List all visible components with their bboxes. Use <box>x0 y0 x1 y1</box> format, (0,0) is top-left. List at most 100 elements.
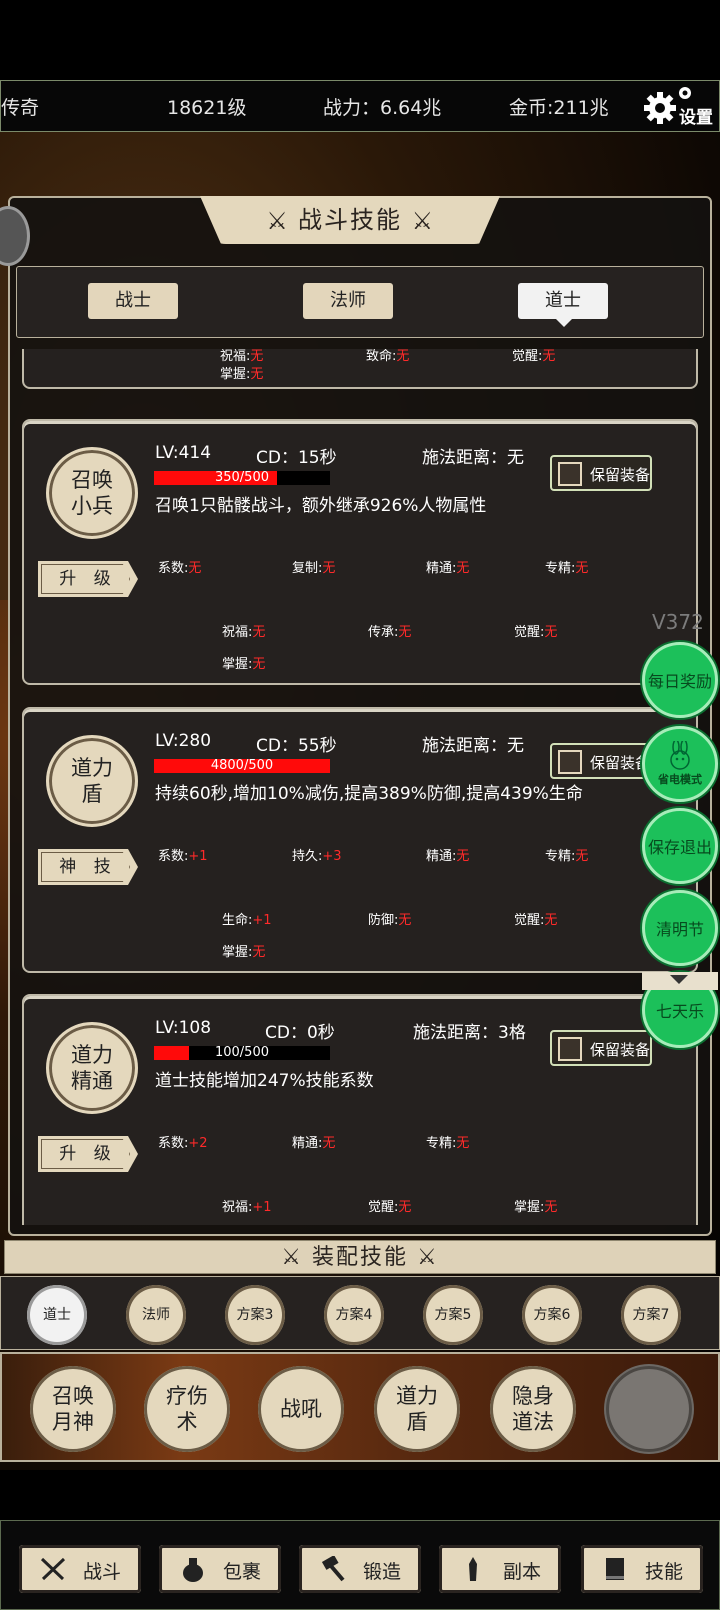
skill-range: 施法距离：3格 <box>413 1023 526 1043</box>
settings-button[interactable]: 设置 <box>643 85 719 129</box>
attr: 祝福:无 <box>222 625 266 640</box>
tab-taoist[interactable]: 道士 <box>518 283 608 327</box>
attr: 持久:+3 <box>292 849 342 864</box>
attr: 精通:无 <box>426 561 470 576</box>
daily-reward-button[interactable]: 每日奖励 <box>642 642 718 718</box>
attr: 专精:无 <box>545 849 589 864</box>
skill-card: 道力精通 LV:108 CD：0秒 施法距离：3格 100/500 道士技能增加… <box>22 994 698 1225</box>
keep-equipment-checkbox[interactable]: 保留装备 <box>550 1030 652 1066</box>
skill-slot[interactable]: 隐身道法 <box>490 1366 576 1452</box>
plan-button[interactable]: 方案7 <box>621 1285 681 1345</box>
nav-dungeon[interactable]: 副本 <box>439 1545 561 1593</box>
skill-level: LV:280 <box>155 731 212 751</box>
chevron-down-icon[interactable] <box>642 972 718 990</box>
tab-warrior[interactable]: 战士 <box>88 283 178 319</box>
skill-progress-bar: 4800/500 <box>154 758 330 773</box>
tab-mage[interactable]: 法师 <box>303 283 393 319</box>
attr: 掌握:无 <box>222 657 266 672</box>
upgrade-button[interactable]: 升 级 <box>38 561 138 597</box>
keep-equipment-checkbox[interactable]: 保留装备 <box>550 743 652 779</box>
attr: 觉醒:无 <box>514 913 558 928</box>
attr: 精通:无 <box>292 1136 336 1151</box>
attr: 复制:无 <box>292 561 336 576</box>
attr: 掌握:无 <box>514 1200 558 1215</box>
combat-power: 战力：6.64兆 <box>323 97 442 119</box>
equipped-skill-slots: 召唤月神 疗伤术 战吼 道力盾 隐身道法 <box>0 1352 720 1462</box>
attr: 传承:无 <box>368 625 412 640</box>
attr: 专精:无 <box>426 1136 470 1151</box>
class-tab-bar: 战士 法师 道士 <box>16 266 704 338</box>
upgrade-button[interactable]: 升 级 <box>38 1136 138 1172</box>
plan-button[interactable]: 方案6 <box>522 1285 582 1345</box>
bag-icon <box>183 1558 203 1582</box>
skill-slot[interactable]: 道力盾 <box>374 1366 460 1452</box>
plan-button[interactable]: 方案4 <box>324 1285 384 1345</box>
version-label: V372 <box>652 610 704 634</box>
bottom-nav: 战斗 包裹 锻造 副本 技能 <box>0 1520 720 1610</box>
hammer-icon <box>321 1556 345 1582</box>
skill-slot[interactable]: 战吼 <box>258 1366 344 1452</box>
skill-card: 道力盾 LV:280 CD：55秒 施法距离：无 4800/500 持续60秒,… <box>22 707 698 973</box>
attr: 系数:+2 <box>158 1136 208 1151</box>
nav-battle[interactable]: 战斗 <box>19 1545 141 1593</box>
skill-slot[interactable]: 召唤月神 <box>30 1366 116 1452</box>
rabbit-icon <box>670 741 690 770</box>
skill-range: 施法距离：无 <box>422 448 524 468</box>
crossed-swords-icon <box>40 1557 66 1581</box>
attr: 系数:+1 <box>158 849 208 864</box>
divine-skill-button[interactable]: 神 技 <box>38 849 138 885</box>
panel-title-text: 战斗技能 <box>298 206 402 234</box>
attr: 觉醒:无 <box>368 1200 412 1215</box>
attr: 系数:无 <box>158 561 202 576</box>
skill-icon[interactable]: 召唤小兵 <box>46 447 138 539</box>
attr-mastery: 掌握:无 <box>220 367 264 382</box>
skill-description: 道士技能增加247%技能系数 <box>155 1071 374 1091</box>
gear-icon <box>644 92 676 124</box>
skill-slot[interactable]: 疗伤术 <box>144 1366 230 1452</box>
player-level: 18621级 <box>167 97 247 119</box>
skill-card-partial: 祝福:无 致命:无 觉醒:无 掌握:无 <box>22 349 698 389</box>
plan-button[interactable]: 方案3 <box>225 1285 285 1345</box>
plan-button[interactable]: 道士 <box>27 1285 87 1345</box>
tower-icon <box>469 1557 477 1581</box>
attr: 掌握:无 <box>222 945 266 960</box>
attr: 觉醒:无 <box>514 625 558 640</box>
nav-skills[interactable]: 技能 <box>581 1545 703 1593</box>
top-status-bar: 传奇 18621级 战力：6.64兆 金币:211兆 设置 <box>0 80 720 132</box>
skill-level: LV:414 <box>155 443 212 463</box>
skill-progress-bar: 100/500 <box>154 1045 330 1060</box>
crossed-swords-icon: ⚔ <box>408 1245 439 1270</box>
attr: 生命:+1 <box>222 913 272 928</box>
panel-title: ⚔ 战斗技能 ⚔ <box>200 196 500 244</box>
skill-card: 召唤小兵 LV:414 CD：15秒 施法距离：无 350/500 召唤1只骷髅… <box>22 419 698 685</box>
power-saving-button[interactable]: 省电模式 <box>642 726 718 802</box>
nav-forge[interactable]: 锻造 <box>299 1545 421 1593</box>
plan-button[interactable]: 法师 <box>126 1285 186 1345</box>
plan-button[interactable]: 方案5 <box>423 1285 483 1345</box>
skill-range: 施法距离：无 <box>422 736 524 756</box>
skill-description: 召唤1只骷髅战斗，额外继承926%人物属性 <box>155 496 487 516</box>
skill-list[interactable]: 祝福:无 致命:无 觉醒:无 掌握:无 召唤小兵 LV:414 CD：15秒 施… <box>22 349 698 1225</box>
equip-section-title: ⚔ 装配技能 ⚔ <box>4 1240 716 1274</box>
skill-slot-empty[interactable] <box>606 1366 692 1452</box>
skill-icon[interactable]: 道力精通 <box>46 1022 138 1114</box>
save-and-exit-button[interactable]: 保存退出 <box>642 808 718 884</box>
keep-equipment-checkbox[interactable]: 保留装备 <box>550 455 652 491</box>
attr: 防御:无 <box>368 913 412 928</box>
crossed-swords-icon: ⚔ <box>281 1245 312 1270</box>
skill-cooldown: CD：0秒 <box>265 1023 335 1043</box>
game-title: 传奇 <box>1 97 40 119</box>
skill-progress-bar: 350/500 <box>154 470 330 485</box>
skill-description: 持续60秒,增加10%减伤,提高389%防御,提高439%生命 <box>155 784 583 804</box>
attr-label: 觉醒:无 <box>512 349 556 364</box>
qingming-event-button[interactable]: 清明节 <box>642 890 718 966</box>
nav-bag[interactable]: 包裹 <box>159 1545 281 1593</box>
skill-cooldown: CD：55秒 <box>256 736 337 756</box>
attr: 祝福:+1 <box>222 1200 272 1215</box>
settings-label: 设置 <box>679 108 713 128</box>
attr-label: 祝福:无 <box>220 349 264 364</box>
attr: 专精:无 <box>545 561 589 576</box>
skill-level: LV:108 <box>155 1018 212 1038</box>
skill-icon[interactable]: 道力盾 <box>46 735 138 827</box>
book-icon <box>606 1558 624 1580</box>
